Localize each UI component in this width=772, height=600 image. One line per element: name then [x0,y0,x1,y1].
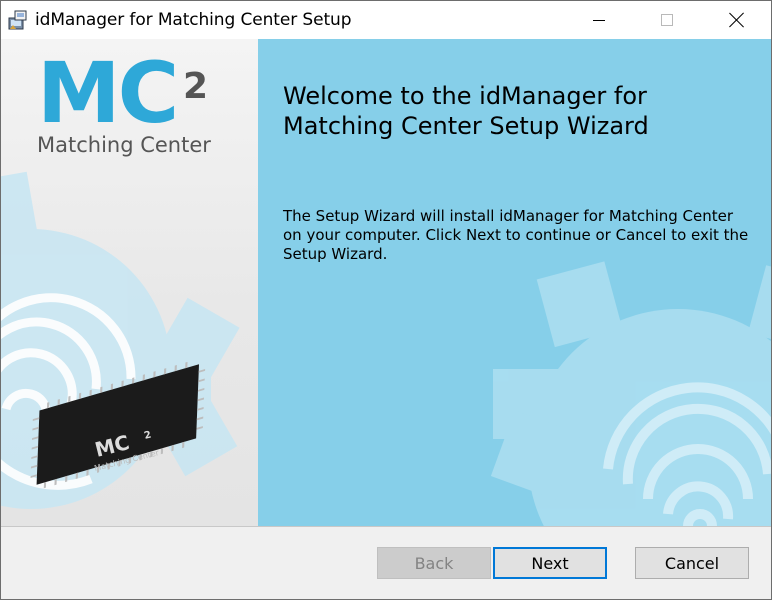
next-button[interactable]: Next [493,547,607,579]
banner-panel: MC 2 Matching Center MC 2 Matching Cente… [1,39,258,526]
close-icon [729,12,745,28]
title-bar[interactable]: idManager for Matching Center Setup [1,1,771,39]
cancel-button[interactable]: Cancel [635,547,749,579]
welcome-title: Welcome to the idManager for Matching Ce… [283,82,649,140]
setup-window: idManager for Matching Center Setup MC 2… [0,0,772,600]
minimize-button[interactable] [576,1,622,39]
back-button[interactable]: Back [377,547,491,579]
button-bar: Back Next Cancel [1,527,771,599]
wizard-content: MC 2 Matching Center MC 2 Matching Cente… [1,39,771,526]
window-title: idManager for Matching Center Setup [35,10,352,30]
logo-superscript: 2 [183,66,209,107]
logo-subtitle: Matching Center [37,133,211,157]
installer-icon [7,9,29,31]
welcome-panel: Welcome to the idManager for Matching Ce… [258,39,771,526]
close-button[interactable] [714,1,760,39]
maximize-button[interactable] [644,1,690,39]
maximize-icon [661,14,673,26]
welcome-description: The Setup Wizard will install idManager … [283,207,749,263]
minimize-icon [593,19,605,21]
logo-mc: MC [37,44,179,142]
